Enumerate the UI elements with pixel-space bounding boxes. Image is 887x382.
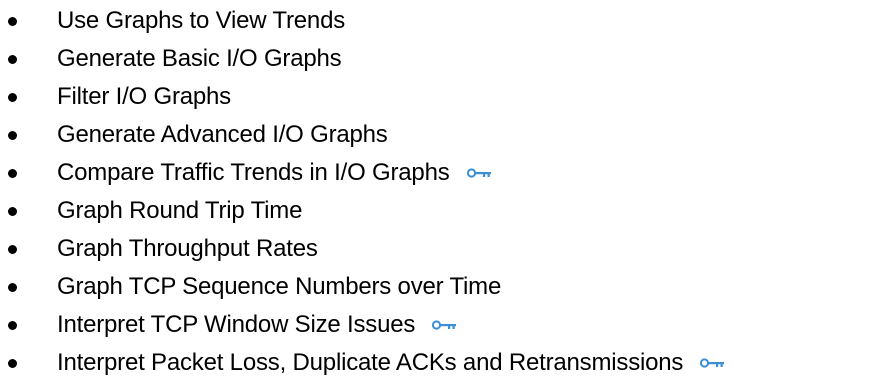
key-icon bbox=[466, 167, 492, 179]
bullet-dot bbox=[8, 359, 17, 368]
bullet-dot bbox=[8, 321, 17, 330]
bullet-text: Graph Throughput Rates bbox=[57, 230, 318, 268]
bullet-label: Interpret TCP Window Size Issues bbox=[57, 311, 416, 338]
bullet-text: Interpret Packet Loss, Duplicate ACKs an… bbox=[57, 344, 725, 382]
bullet-text: Graph Round Trip Time bbox=[57, 192, 302, 230]
bullet-dot bbox=[8, 169, 17, 178]
bullet-label: Interpret Packet Loss, Duplicate ACKs an… bbox=[57, 349, 684, 376]
bullet-label: Compare Traffic Trends in I/O Graphs bbox=[57, 159, 450, 186]
key-icon bbox=[699, 357, 725, 369]
bullet-text: Generate Advanced I/O Graphs bbox=[57, 116, 388, 154]
key-icon bbox=[431, 319, 457, 331]
bullet-label: Generate Advanced I/O Graphs bbox=[57, 121, 388, 148]
bullet-text: Interpret TCP Window Size Issues bbox=[57, 306, 457, 344]
bullet-label: Graph Round Trip Time bbox=[57, 197, 303, 224]
bullet-text: Use Graphs to View Trends bbox=[57, 2, 345, 40]
slide: Use Graphs to View Trends Generate Basic… bbox=[0, 0, 887, 381]
bullet-dot bbox=[8, 17, 17, 26]
bullet-dot bbox=[8, 283, 17, 292]
bullet-label: Filter I/O Graphs bbox=[57, 83, 231, 110]
bullet-label: Graph TCP Sequence Numbers over Time bbox=[57, 273, 502, 300]
bullet-label: Generate Basic I/O Graphs bbox=[57, 45, 342, 72]
bullet-text: Filter I/O Graphs bbox=[57, 78, 231, 116]
bullet-text: Generate Basic I/O Graphs bbox=[57, 40, 342, 78]
bullet-label: Graph Throughput Rates bbox=[57, 235, 318, 262]
bullet-dot bbox=[8, 245, 17, 254]
bullet-dot bbox=[8, 207, 17, 216]
bullet-dot bbox=[8, 93, 17, 102]
bullet-dot bbox=[8, 131, 17, 140]
bullet-text: Compare Traffic Trends in I/O Graphs bbox=[57, 154, 492, 192]
bullet-dot bbox=[8, 55, 17, 64]
bullet-text: Graph TCP Sequence Numbers over Time bbox=[57, 268, 501, 306]
bullet-label: Use Graphs to View Trends bbox=[57, 7, 346, 34]
